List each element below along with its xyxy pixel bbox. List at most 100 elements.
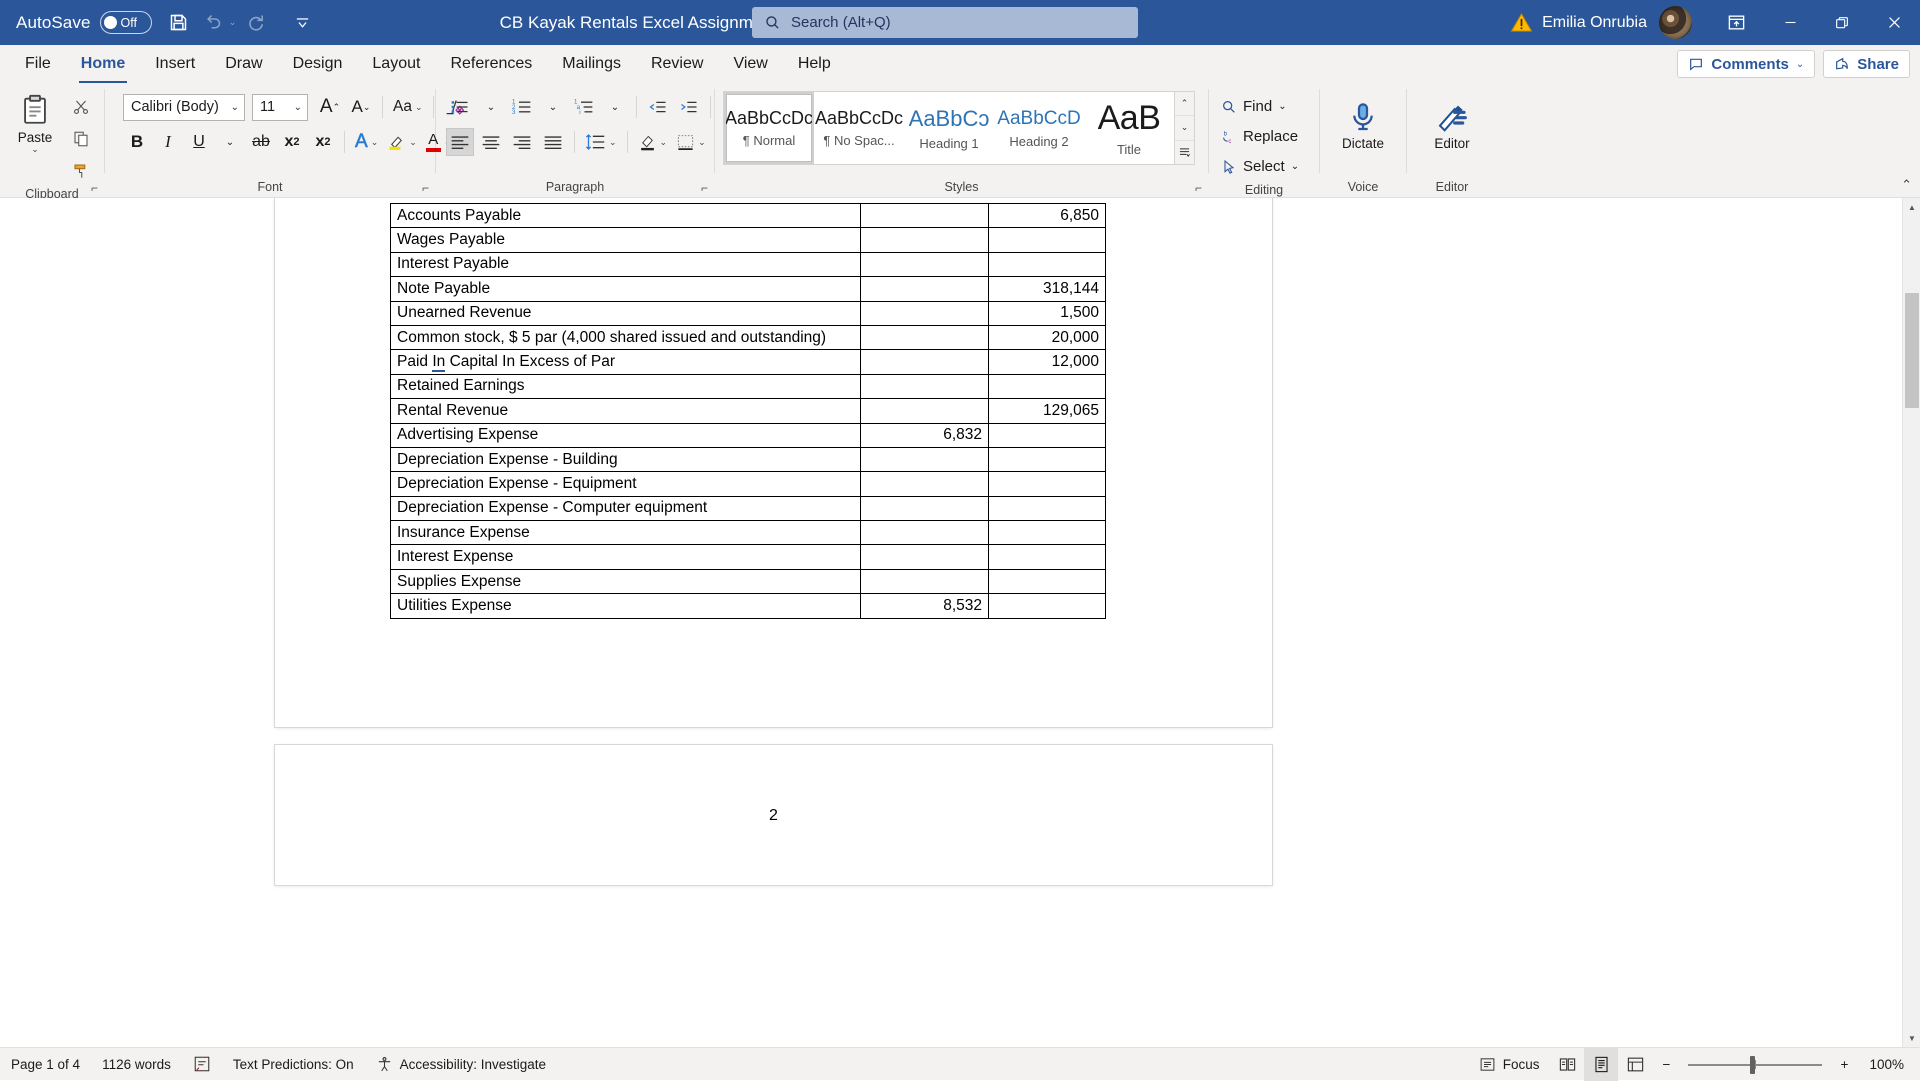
proofing-errors-icon[interactable] [182, 1048, 222, 1081]
account-name-cell[interactable]: Wages Payable [391, 228, 861, 252]
font-dialog-launcher[interactable]: ⌐ [422, 181, 429, 195]
credit-cell[interactable] [989, 447, 1106, 471]
copy-icon[interactable] [68, 126, 94, 152]
scrollbar-thumb[interactable] [1905, 293, 1919, 408]
debit-cell[interactable] [861, 350, 989, 374]
minimize-icon[interactable] [1764, 0, 1816, 45]
text-effects-caret[interactable]: ⌄ [371, 137, 379, 148]
debit-cell[interactable]: 8,532 [861, 594, 989, 618]
account-name-cell[interactable]: Depreciation Expense - Equipment [391, 472, 861, 496]
avatar[interactable] [1659, 6, 1692, 39]
debit-cell[interactable] [861, 472, 989, 496]
share-button[interactable]: Share [1823, 50, 1910, 78]
tab-design[interactable]: Design [278, 45, 358, 83]
select-button[interactable]: Select ⌄ [1215, 153, 1305, 180]
text-predictions-status[interactable]: Text Predictions: On [222, 1048, 365, 1081]
tab-insert[interactable]: Insert [140, 45, 210, 83]
debit-cell[interactable] [861, 228, 989, 252]
debit-cell[interactable] [861, 521, 989, 545]
style-tile-no-spac[interactable]: AaBbCcDc¶ No Spac... [816, 94, 902, 162]
zoom-handle[interactable] [1750, 1056, 1755, 1074]
scroll-down-arrow[interactable]: ▼ [1903, 1029, 1920, 1047]
styles-scroll-down[interactable]: ⌄ [1175, 116, 1194, 140]
replace-button[interactable]: b c Replace [1215, 123, 1305, 150]
shading-icon[interactable]: ⌄ [635, 128, 671, 156]
text-highlight-icon[interactable]: ⌄ [384, 128, 420, 156]
ribbon-display-options-icon[interactable] [1708, 0, 1764, 45]
multilevel-caret[interactable]: ⌄ [601, 93, 629, 121]
paste-caret[interactable]: ⌄ [31, 144, 39, 155]
read-mode-icon[interactable] [1550, 1048, 1584, 1081]
credit-cell[interactable] [989, 472, 1106, 496]
account-name-cell[interactable]: Accounts Payable [391, 204, 861, 228]
change-case-caret[interactable]: ⌄ [415, 102, 423, 113]
font-name-caret[interactable]: ⌄ [231, 102, 239, 113]
style-tile-normal[interactable]: AaBbCcDc¶ Normal [726, 94, 812, 162]
styles-dialog-launcher[interactable]: ⌐ [1195, 181, 1202, 195]
credit-cell[interactable] [989, 252, 1106, 276]
underline-button[interactable]: U [185, 128, 213, 156]
table-row[interactable]: Interest Payable [391, 252, 1106, 276]
document-page-1[interactable]: Accounts Payable6,850Wages PayableIntere… [275, 198, 1272, 727]
search-input[interactable]: Search (Alt+Q) [752, 7, 1138, 38]
credit-cell[interactable] [989, 228, 1106, 252]
page-indicator[interactable]: Page 1 of 4 [0, 1048, 91, 1081]
shading-caret[interactable]: ⌄ [660, 137, 668, 148]
table-row[interactable]: Depreciation Expense - Equipment [391, 472, 1106, 496]
align-left-icon[interactable] [446, 128, 474, 156]
grow-font-button[interactable]: A⌃ [316, 93, 344, 121]
editor-button[interactable]: Editor [1423, 97, 1481, 151]
account-name-cell[interactable]: Depreciation Expense - Computer equipmen… [391, 496, 861, 520]
numbered-list-icon[interactable]: 1 2 3 [508, 93, 536, 121]
text-effects-button[interactable]: A ⌄ [352, 128, 381, 156]
zoom-level[interactable]: 100% [1858, 1048, 1920, 1081]
account-name-cell[interactable]: Common stock, $ 5 par (4,000 shared issu… [391, 325, 861, 349]
styles-scroll-up[interactable]: ⌃ [1175, 92, 1194, 116]
table-row[interactable]: Supplies Expense [391, 569, 1106, 593]
account-name-cell[interactable]: Note Payable [391, 277, 861, 301]
style-tile-heading-2[interactable]: AaBbCcDHeading 2 [996, 94, 1082, 162]
change-case-button[interactable]: Aa ⌄ [390, 93, 426, 121]
select-caret[interactable]: ⌄ [1291, 161, 1299, 172]
table-row[interactable]: Rental Revenue129,065 [391, 399, 1106, 423]
bullet-list-icon[interactable] [446, 93, 474, 121]
table-row[interactable]: Common stock, $ 5 par (4,000 shared issu… [391, 325, 1106, 349]
tab-view[interactable]: View [718, 45, 782, 83]
table-row[interactable]: Insurance Expense [391, 521, 1106, 545]
font-size-caret[interactable]: ⌄ [294, 102, 302, 113]
numbering-caret[interactable]: ⌄ [539, 93, 567, 121]
credit-cell[interactable]: 12,000 [989, 350, 1106, 374]
multilevel-list-icon[interactable]: 1 a i [570, 93, 598, 121]
borders-icon[interactable]: ⌄ [673, 128, 709, 156]
debit-cell[interactable] [861, 447, 989, 471]
table-row[interactable]: Depreciation Expense - Building [391, 447, 1106, 471]
account-name-cell[interactable]: Supplies Expense [391, 569, 861, 593]
tab-mailings[interactable]: Mailings [547, 45, 636, 83]
credit-cell[interactable] [989, 521, 1106, 545]
document-canvas[interactable]: Accounts Payable6,850Wages PayableIntere… [0, 198, 1920, 1047]
table-row[interactable]: Note Payable318,144 [391, 277, 1106, 301]
zoom-out-button[interactable]: − [1652, 1048, 1680, 1081]
styles-more[interactable] [1175, 141, 1194, 164]
line-spacing-caret[interactable]: ⌄ [609, 137, 617, 148]
credit-cell[interactable] [989, 374, 1106, 398]
debit-cell[interactable] [861, 277, 989, 301]
table-row[interactable]: Retained Earnings [391, 374, 1106, 398]
credit-cell[interactable]: 20,000 [989, 325, 1106, 349]
tab-help[interactable]: Help [783, 45, 846, 83]
font-size-input[interactable]: 11 ⌄ [252, 94, 308, 121]
word-count[interactable]: 1126 words [91, 1048, 182, 1081]
debit-cell[interactable] [861, 204, 989, 228]
table-row[interactable]: Interest Expense [391, 545, 1106, 569]
debit-cell[interactable]: 6,832 [861, 423, 989, 447]
tab-home[interactable]: Home [66, 45, 140, 83]
account-name-cell[interactable]: Insurance Expense [391, 521, 861, 545]
tab-file[interactable]: File [10, 45, 66, 83]
credit-cell[interactable] [989, 496, 1106, 520]
highlight-caret[interactable]: ⌄ [409, 137, 417, 148]
font-name-input[interactable]: Calibri (Body) ⌄ [123, 94, 245, 121]
debit-cell[interactable] [861, 301, 989, 325]
warning-icon[interactable] [1510, 11, 1533, 34]
justify-icon[interactable] [539, 128, 567, 156]
credit-cell[interactable] [989, 569, 1106, 593]
